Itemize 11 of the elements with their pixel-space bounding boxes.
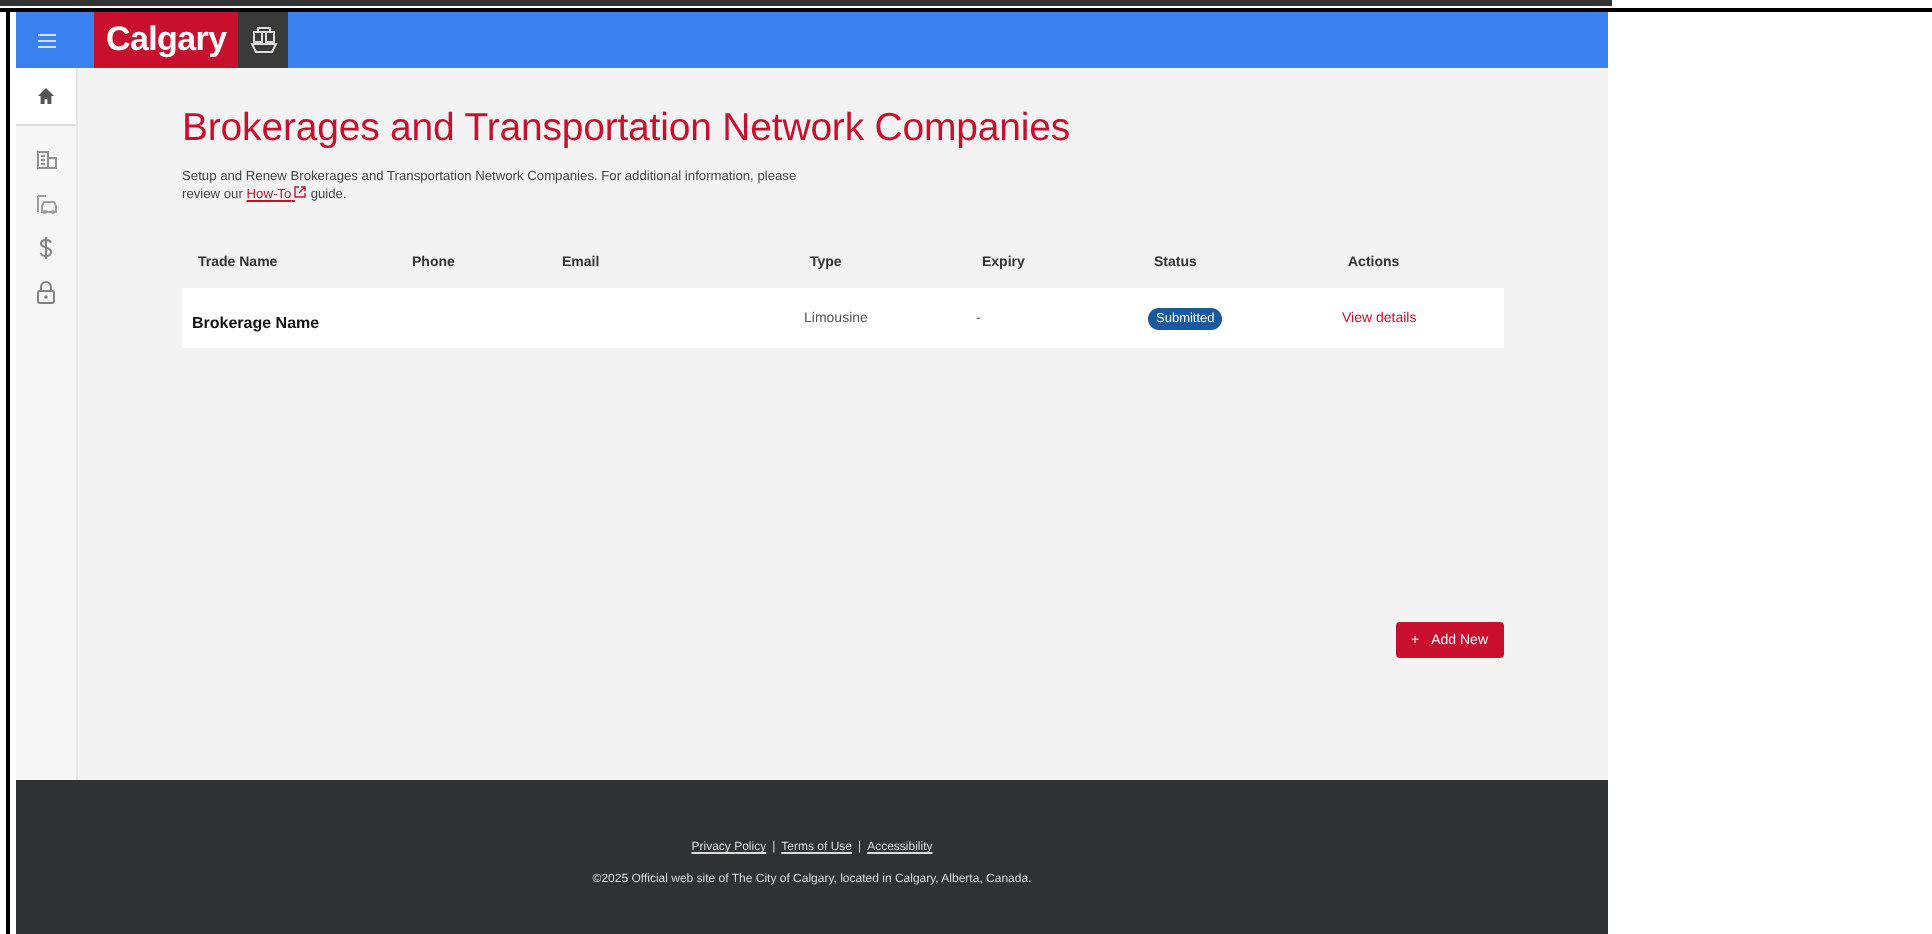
external-link-icon [294, 186, 307, 198]
page-title: Brokerages and Transportation Network Companies [182, 106, 1073, 152]
dollar-icon[interactable] [38, 236, 54, 260]
home-icon[interactable] [36, 86, 56, 106]
menu-icon[interactable] [37, 33, 55, 47]
table-cell-text: Brokerage Name [192, 311, 322, 331]
building-icon[interactable] [35, 150, 57, 170]
logo-text[interactable]: Calgary [94, 12, 239, 68]
car-icon[interactable] [35, 193, 57, 215]
crest-icon [247, 26, 280, 54]
lock-icon[interactable] [36, 280, 56, 304]
